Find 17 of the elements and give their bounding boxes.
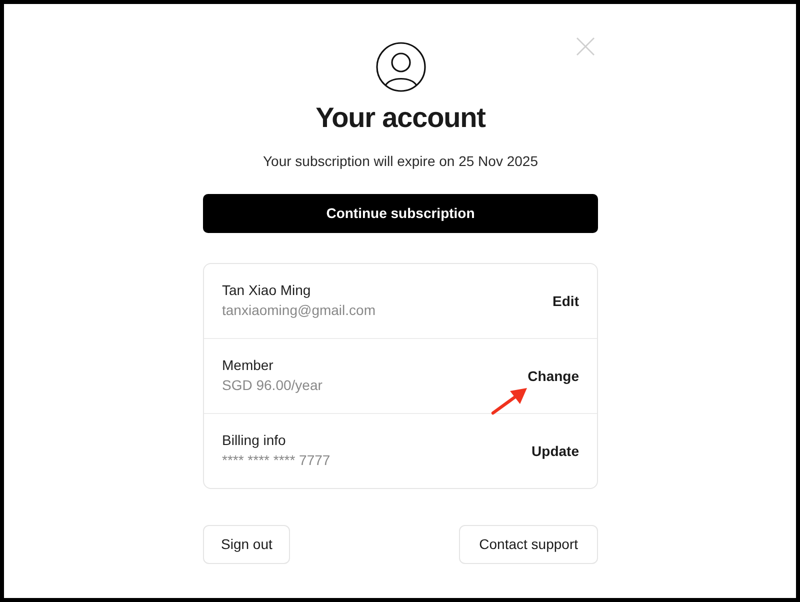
item-title: Billing info (222, 431, 287, 450)
item-title: Member (222, 356, 274, 375)
footer-button[interactable]: Sign out (203, 525, 290, 564)
item-action-link[interactable]: Update (532, 441, 579, 461)
close-button[interactable] (576, 37, 595, 56)
subscription-expiry-text: Your subscription will expire on 25 Nov 2025 (263, 152, 538, 171)
item-detail: tanxiaoming@gmail.com (222, 301, 376, 320)
item-detail: SGD 96.00/year (222, 376, 322, 395)
close-icon (576, 37, 595, 56)
item-detail: **** **** **** 7777 (222, 451, 330, 470)
item-action-link[interactable]: Edit (552, 291, 579, 311)
continue-subscription-button[interactable]: Continue subscription (203, 194, 598, 233)
page-title: Your account (316, 101, 486, 135)
item-title: Tan Xiao Ming (222, 281, 312, 300)
footer-button[interactable]: Contact support (459, 525, 598, 564)
user-avatar-icon (376, 42, 426, 92)
item-action-link[interactable]: Change (528, 366, 579, 386)
